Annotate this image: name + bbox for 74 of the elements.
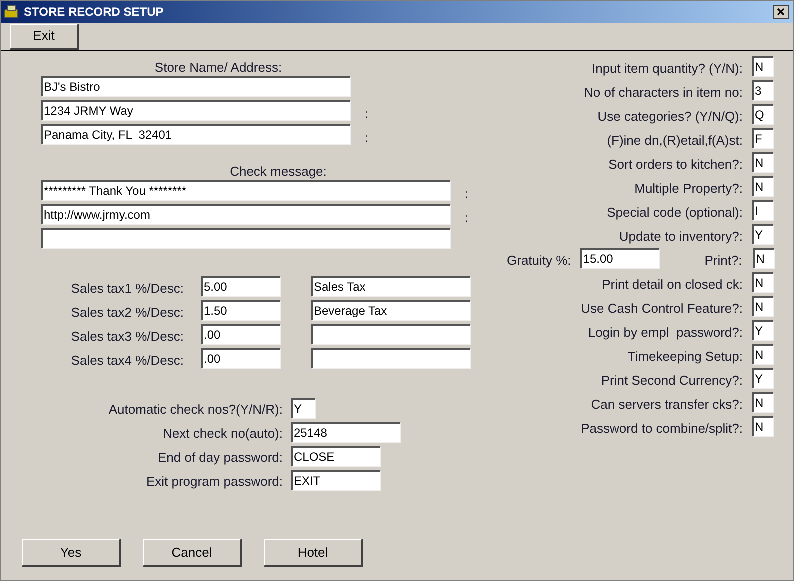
option-field[interactable]: Y <box>752 320 774 341</box>
option-label: Print?: <box>704 252 742 270</box>
tax-description-field[interactable]: Sales Tax <box>311 276 471 297</box>
option-label: Sort orders to kitchen?: <box>608 156 743 174</box>
option-label: Print Second Currency?: <box>600 372 743 390</box>
option-field[interactable]: Y <box>752 224 774 245</box>
setting-field[interactable]: CLOSE <box>291 446 381 467</box>
tax-label: Sales tax4 %/Desc: <box>70 352 185 370</box>
tax-percent-field[interactable]: 1.50 <box>201 300 281 321</box>
dialog-button[interactable]: Cancel <box>143 539 242 567</box>
option-label: Use categories? (Y/N/Q): <box>596 108 743 126</box>
setting-label: Next check no(auto): <box>162 425 284 443</box>
option-field[interactable]: N <box>752 56 774 77</box>
setting-field[interactable]: 25148 <box>291 422 401 443</box>
option-label: Use Cash Control Feature?: <box>580 300 743 318</box>
colon-mark: : <box>465 186 468 203</box>
option-field[interactable]: Q <box>752 104 774 125</box>
address-field[interactable]: BJ's Bistro <box>41 76 351 97</box>
option-label: Can servers transfer cks?: <box>590 396 743 414</box>
option-field[interactable]: I <box>752 200 774 221</box>
option-label: No of characters in item no: <box>583 84 743 102</box>
option-label: Input item quantity? (Y/N): <box>590 60 743 78</box>
address-field[interactable]: Panama City, FL 32401 <box>41 124 351 145</box>
option-field[interactable]: N <box>752 176 774 197</box>
address-field[interactable]: 1234 JRMY Way <box>41 100 351 121</box>
colon-mark: : <box>465 210 468 227</box>
dialog-button[interactable]: Hotel <box>264 539 363 567</box>
tax-description-field[interactable] <box>311 324 471 345</box>
option-field[interactable]: F <box>752 128 774 149</box>
colon-mark: : <box>365 130 368 147</box>
tax-label: Sales tax1 %/Desc: <box>70 280 185 298</box>
tax-percent-field[interactable]: .00 <box>201 348 281 369</box>
dialog-button[interactable]: Yes <box>22 539 121 567</box>
option-field[interactable]: N <box>752 152 774 173</box>
option-field[interactable]: N <box>752 344 774 365</box>
close-icon <box>777 8 785 16</box>
tax-percent-field[interactable]: .00 <box>201 324 281 345</box>
option-label: Login by empl password?: <box>587 324 743 342</box>
message-field[interactable]: ********* Thank You ******** <box>41 180 451 201</box>
option-label: Timekeeping Setup: <box>626 348 743 366</box>
close-button[interactable] <box>773 5 789 19</box>
setting-label: Automatic check nos?(Y/N/R): <box>108 401 284 419</box>
message-field[interactable] <box>41 228 451 249</box>
option-field[interactable]: N <box>753 248 776 269</box>
section-heading: Store Name/ Address: <box>154 59 284 76</box>
option-label: Update to inventory?: <box>618 228 743 246</box>
option-field[interactable]: N <box>752 272 774 293</box>
setting-field[interactable]: EXIT <box>291 470 381 491</box>
option-field[interactable]: N <box>752 296 774 317</box>
register-icon <box>4 4 20 20</box>
window-title: STORE RECORD SETUP <box>24 4 165 21</box>
option-field[interactable]: 3 <box>752 80 774 101</box>
option-field[interactable]: N <box>752 392 774 413</box>
setting-label: Exit program password: <box>145 473 284 491</box>
setting-label: End of day password: <box>156 449 284 467</box>
section-heading: Check message: <box>229 163 328 180</box>
setting-field[interactable]: Y <box>291 398 316 419</box>
tax-label: Sales tax3 %/Desc: <box>70 328 185 346</box>
tax-percent-field[interactable]: 5.00 <box>201 276 281 297</box>
option-label: Gratuity %: <box>507 252 572 270</box>
option-label: Special code (optional): <box>606 204 743 222</box>
option-field[interactable]: Y <box>752 368 774 389</box>
tax-description-field[interactable]: Beverage Tax <box>311 300 471 321</box>
option-field[interactable]: N <box>752 416 774 437</box>
message-field[interactable]: http://www.jrmy.com <box>41 204 451 225</box>
colon-mark: : <box>365 106 368 123</box>
dialog-button[interactable]: Exit <box>10 24 79 50</box>
option-label: Password to combine/split?: <box>580 420 743 438</box>
tax-description-field[interactable] <box>311 348 471 369</box>
gratuity-field[interactable]: 15.00 <box>580 248 660 269</box>
option-label: (F)ine dn,(R)etail,f(A)st: <box>606 132 743 150</box>
option-label: Multiple Property?: <box>634 180 743 198</box>
tax-label: Sales tax2 %/Desc: <box>70 304 185 322</box>
option-label: Print detail on closed ck: <box>601 276 743 294</box>
